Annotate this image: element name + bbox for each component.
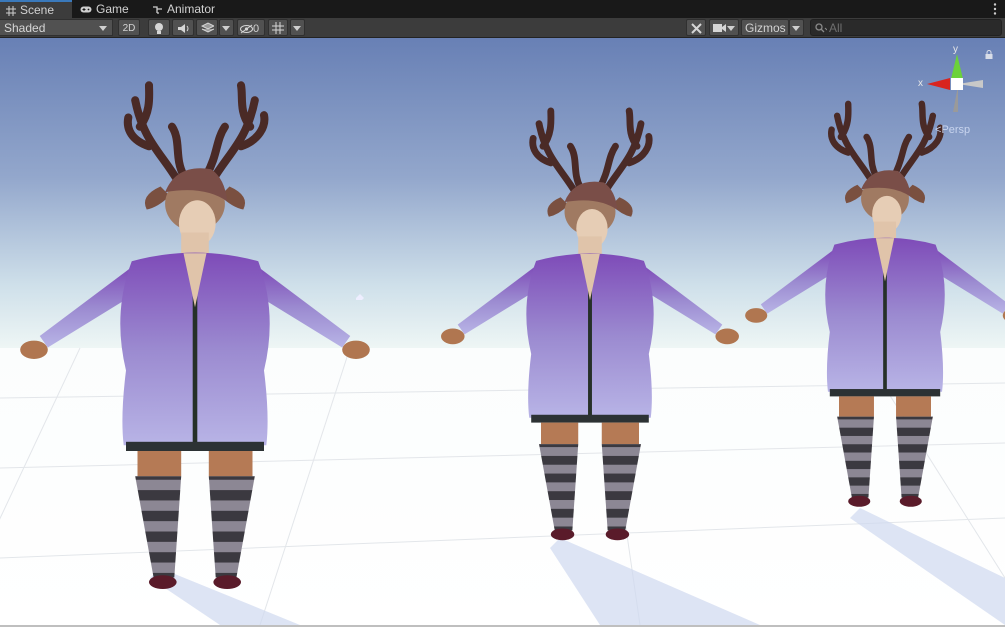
scene-render [0,38,1005,625]
projection-toggle[interactable]: <Persp [935,124,970,136]
gizmos-dropdown[interactable] [789,19,804,36]
eye-hidden-icon [240,24,253,34]
editor-tab-bar: Scene Game Animator [0,0,1005,18]
scene-visibility-toggle[interactable]: 0 [237,19,265,36]
chevron-down-icon [792,26,800,31]
grid-icon [272,22,284,34]
orientation-gizmo[interactable] [915,46,985,116]
scene-search-input[interactable]: All [810,19,1002,36]
gizmos-button[interactable]: Gizmos [741,19,789,36]
lock-icon[interactable] [985,50,993,59]
chevron-down-icon [293,26,301,31]
shading-mode-dropdown[interactable]: Shaded [0,19,113,36]
effects-toggle-button[interactable] [196,19,218,36]
gizmo-y-label: y [953,44,958,55]
tab-game-label: Game [96,2,129,16]
lightbulb-icon [155,23,163,34]
chevron-down-icon [222,26,230,31]
tools-button[interactable] [686,19,706,36]
tab-game[interactable]: Game [74,0,135,18]
hidden-objects-count: 0 [253,23,260,35]
shading-mode-value: Shaded [4,21,46,35]
grid-icon [6,5,16,16]
toggle-2d-button[interactable]: 2D [118,19,140,36]
tab-animator[interactable]: Animator [146,0,221,18]
scene-viewport[interactable]: y x <Persp [0,38,1005,625]
search-icon [815,23,827,33]
grid-toggle-button[interactable] [268,19,288,36]
audio-toggle-button[interactable] [172,19,194,36]
camera-icon [713,24,726,32]
tools-icon [690,23,702,34]
gamepad-icon [80,6,92,13]
chevron-down-icon [99,26,107,31]
tab-scene[interactable]: Scene [0,0,72,18]
effects-dropdown[interactable] [219,19,234,36]
camera-settings-dropdown[interactable] [709,19,739,36]
tab-scene-label: Scene [20,3,55,17]
projection-label: Persp [941,124,971,136]
animator-icon [153,6,162,14]
more-options-icon[interactable] [993,2,997,16]
gizmo-x-label: x [918,78,923,89]
chevron-down-icon [727,26,735,31]
layers-icon [200,22,215,33]
lighting-toggle-button[interactable] [148,19,170,36]
speaker-icon [177,24,188,33]
search-placeholder: All [829,21,843,35]
tab-animator-label: Animator [167,2,216,16]
grid-options-dropdown[interactable] [290,19,305,36]
scene-toolbar: Shaded 2D 0 Gizmos All [0,18,1005,38]
